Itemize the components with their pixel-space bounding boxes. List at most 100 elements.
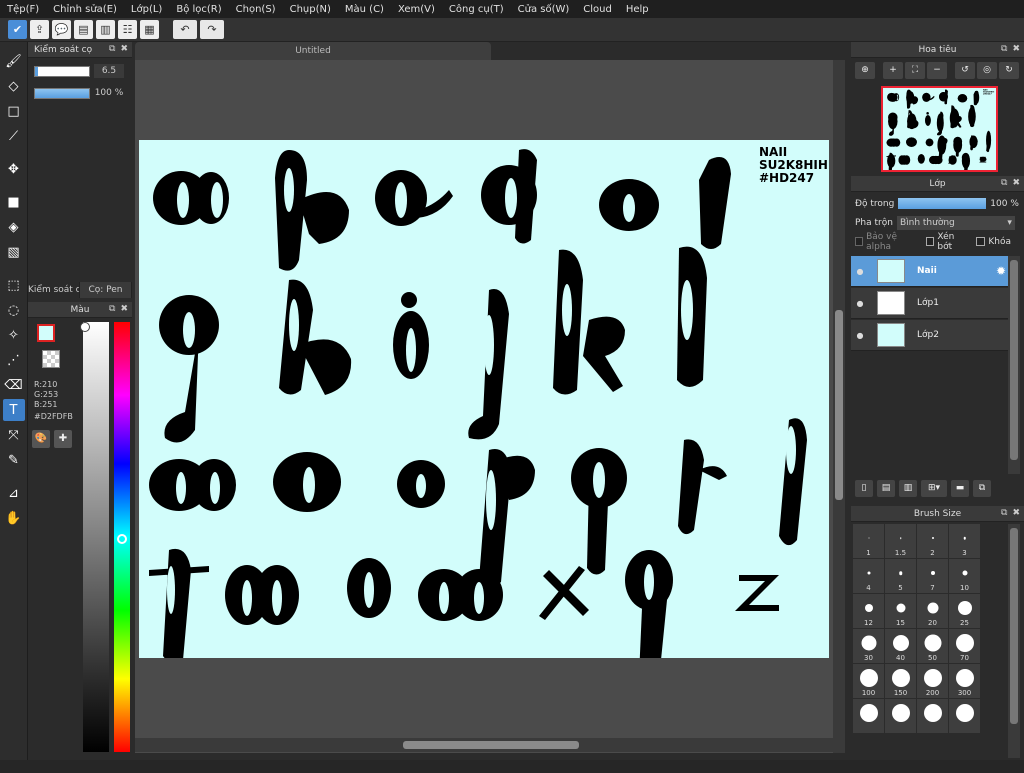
hand-tool-icon[interactable]: ✋ bbox=[3, 507, 25, 529]
visibility-icon[interactable]: ● bbox=[851, 331, 869, 340]
page-list-icon[interactable]: ☷ bbox=[118, 20, 137, 39]
menu-item-7[interactable]: Xem(V) bbox=[391, 4, 442, 15]
menu-item-3[interactable]: Bộ lọc(R) bbox=[169, 4, 228, 15]
brush-size-cell[interactable]: 50 bbox=[917, 629, 948, 663]
protect-alpha-checkbox[interactable]: Bảo vệ alpha bbox=[855, 232, 917, 252]
rotate-left-icon[interactable]: ↺ bbox=[955, 62, 975, 79]
brush-size-cell[interactable]: 200 bbox=[917, 664, 948, 698]
horizontal-scroll-thumb[interactable] bbox=[403, 741, 579, 749]
redo-icon[interactable]: ↷ bbox=[200, 20, 224, 39]
menu-item-1[interactable]: Chỉnh sửa(E) bbox=[46, 4, 124, 15]
select-eraser-icon[interactable]: ⌫ bbox=[3, 374, 25, 396]
popout-icon[interactable]: ⧉ bbox=[109, 44, 115, 54]
brush-size-slider[interactable] bbox=[34, 65, 90, 77]
share-icon[interactable]: ⇪ bbox=[30, 20, 49, 39]
gradient-tool-icon[interactable]: ▧ bbox=[3, 241, 25, 263]
brush-size-cell[interactable]: 300 bbox=[949, 664, 980, 698]
clipping-checkbox[interactable]: Xén bớt bbox=[926, 232, 967, 252]
lock-checkbox[interactable]: Khóa bbox=[976, 237, 1011, 247]
popout-icon[interactable]: ⧉ bbox=[1001, 508, 1007, 518]
close-icon[interactable]: ✖ bbox=[1012, 508, 1020, 518]
transparent-color-swatch[interactable] bbox=[42, 350, 60, 368]
brush-size-cell[interactable]: 30 bbox=[853, 629, 884, 663]
comment-icon[interactable]: ▤ bbox=[74, 20, 93, 39]
brush-size-cell[interactable]: 2 bbox=[917, 524, 948, 558]
document-tab[interactable]: Untitled bbox=[135, 42, 491, 60]
brush-size-cell[interactable]: 15 bbox=[885, 594, 916, 628]
popout-icon[interactable]: ⧉ bbox=[1001, 44, 1007, 54]
visibility-icon[interactable]: ● bbox=[851, 267, 869, 276]
select-rect-icon[interactable]: ⬚ bbox=[3, 274, 25, 296]
saturation-value-bar[interactable] bbox=[80, 322, 109, 752]
brush-size-cell[interactable]: 25 bbox=[949, 594, 980, 628]
brush-size-cell[interactable]: 4 bbox=[853, 559, 884, 593]
add-layer-dropdown-icon[interactable]: ⊞▾ bbox=[921, 480, 947, 497]
layer-row-lop2[interactable]: ● Lớp2 bbox=[851, 320, 1008, 351]
brush-size-cell[interactable]: 70 bbox=[949, 629, 980, 663]
brush-size-cell[interactable]: 7 bbox=[917, 559, 948, 593]
horizontal-scrollbar[interactable] bbox=[135, 738, 833, 752]
brush-size-cell[interactable]: 40 bbox=[885, 629, 916, 663]
brush-size-scroll-thumb[interactable] bbox=[1010, 528, 1018, 724]
brush-size-cell[interactable] bbox=[949, 699, 980, 733]
close-icon[interactable]: ✖ bbox=[120, 44, 128, 54]
duplicate-layer-icon[interactable]: ⧉ bbox=[973, 480, 991, 497]
menu-item-5[interactable]: Chụp(N) bbox=[283, 4, 338, 15]
close-icon[interactable]: ✖ bbox=[120, 304, 128, 314]
line-tool-icon[interactable]: ⟋ bbox=[3, 125, 25, 147]
brush-size-scrollbar[interactable] bbox=[1008, 524, 1020, 758]
popout-icon[interactable]: ⧉ bbox=[1001, 178, 1007, 188]
layer-opacity-slider[interactable] bbox=[898, 198, 987, 209]
eyedropper-icon[interactable]: ✎ bbox=[3, 449, 25, 471]
new-8bit-layer-icon[interactable]: ▥ bbox=[899, 480, 917, 497]
folder-icon[interactable]: ▬ bbox=[951, 480, 969, 497]
layer-row-naii[interactable]: ● Naii ✹ bbox=[851, 256, 1008, 287]
dropper-icon[interactable]: ⊿ bbox=[3, 482, 25, 504]
popout-icon[interactable]: ⧉ bbox=[109, 304, 115, 314]
grid-icon[interactable]: ▦ bbox=[140, 20, 159, 39]
undo-icon[interactable]: ↶ bbox=[173, 20, 197, 39]
layer-scrollbar[interactable] bbox=[1008, 256, 1020, 474]
canvas-area[interactable]: NAII SU2K8HIHI #HD247 bbox=[135, 60, 845, 753]
tab-brush-pen[interactable]: Cọ: Pen bbox=[80, 282, 132, 298]
menu-item-2[interactable]: Lớp(L) bbox=[124, 4, 169, 15]
dot-tool-icon[interactable]: □ bbox=[3, 100, 25, 122]
brush-size-cell[interactable] bbox=[853, 699, 884, 733]
brush-size-cell[interactable] bbox=[885, 699, 916, 733]
move-tool-icon[interactable]: ✥ bbox=[3, 158, 25, 180]
palette-icon[interactable]: 🎨 bbox=[32, 430, 50, 448]
tab-brush-control[interactable]: Kiểm soát cọ bbox=[28, 282, 80, 298]
hue-bar[interactable] bbox=[114, 322, 130, 752]
page-icon[interactable]: ▥ bbox=[96, 20, 115, 39]
hue-knob[interactable] bbox=[117, 534, 127, 544]
lasso-icon[interactable]: ◌ bbox=[3, 299, 25, 321]
rotate-right-icon[interactable]: ↻ bbox=[999, 62, 1019, 79]
artboard[interactable]: NAII SU2K8HIHI #HD247 bbox=[139, 140, 829, 658]
fit-icon[interactable]: ⛶ bbox=[905, 62, 925, 79]
brush-size-cell[interactable]: 1.5 bbox=[885, 524, 916, 558]
layer-scroll-thumb[interactable] bbox=[1010, 260, 1018, 460]
new-layer-icon[interactable]: ▯ bbox=[855, 480, 873, 497]
brush-size-cell[interactable]: 5 bbox=[885, 559, 916, 593]
magic-wand-icon[interactable]: ✧ bbox=[3, 324, 25, 346]
menu-item-4[interactable]: Chọn(S) bbox=[229, 4, 283, 15]
vertical-scroll-thumb[interactable] bbox=[835, 310, 843, 500]
menu-item-10[interactable]: Cloud bbox=[576, 4, 619, 15]
brush-size-cell[interactable] bbox=[917, 699, 948, 733]
brush-size-cell[interactable]: 10 bbox=[949, 559, 980, 593]
menu-item-11[interactable]: Help bbox=[619, 4, 656, 15]
brush-size-cell[interactable]: 1 bbox=[853, 524, 884, 558]
menu-item-8[interactable]: Công cụ(T) bbox=[442, 4, 511, 15]
text-tool-icon[interactable]: T bbox=[2, 399, 25, 421]
bucket-tool-icon[interactable]: ◈ bbox=[3, 216, 25, 238]
menu-item-0[interactable]: Tệp(F) bbox=[0, 4, 46, 15]
layer-row-lop1[interactable]: ● Lớp1 bbox=[851, 288, 1008, 319]
brush-size-cell[interactable]: 150 bbox=[885, 664, 916, 698]
zoom-in-icon[interactable]: + bbox=[883, 62, 903, 79]
check-icon[interactable]: ✔ bbox=[8, 20, 27, 39]
blend-mode-select[interactable]: Bình thường ▾ bbox=[896, 215, 1015, 230]
eraser-tool-icon[interactable]: ◇ bbox=[3, 75, 25, 97]
brush-size-value[interactable]: 6.5 bbox=[94, 64, 124, 78]
sv-knob[interactable] bbox=[80, 322, 90, 332]
reset-rotation-icon[interactable]: ◎ bbox=[977, 62, 997, 79]
